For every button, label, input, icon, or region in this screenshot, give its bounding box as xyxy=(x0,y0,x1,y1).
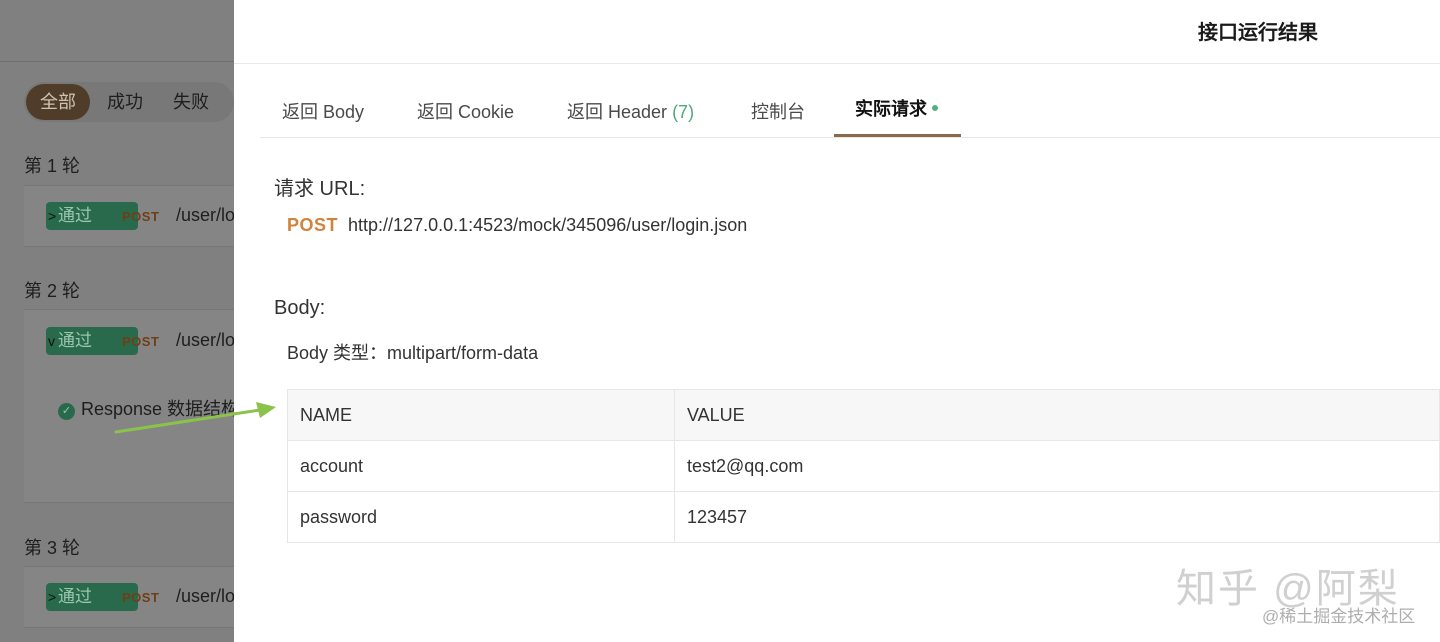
request-path: /user/login.json xyxy=(176,330,234,350)
body-type: Body 类型：multipart/form-data xyxy=(287,343,539,363)
drawer-title: 接口运行结果 xyxy=(1198,22,1318,44)
body-label: Body: xyxy=(274,297,326,319)
request-path: /user/login.json xyxy=(176,586,234,606)
request-path: /user/login.json xyxy=(176,205,234,225)
round-3-label: 第 3 轮 xyxy=(24,538,81,558)
round-1-card[interactable]: > 通过 POST /user/login.json xyxy=(24,185,234,247)
filter-all-button[interactable]: 全部 xyxy=(26,84,90,120)
table-header-row: NAME VALUE xyxy=(287,389,1440,441)
tab-actual-request[interactable]: 实际请求 xyxy=(855,95,938,121)
pass-badge-label: 通过 xyxy=(58,331,92,350)
filter-success-button[interactable]: 成功 xyxy=(107,82,143,122)
param-name: account xyxy=(287,440,675,492)
run-list-panel: 全部 成功 失败 第 1 轮 > 通过 POST /user/login.jso… xyxy=(0,0,234,642)
round-1-label: 第 1 轮 xyxy=(24,156,81,176)
annotation-arrow-icon xyxy=(114,402,276,434)
status-dot-icon xyxy=(932,105,938,111)
tab-console[interactable]: 控制台 xyxy=(751,98,805,124)
chevron-right-icon: > xyxy=(48,208,57,224)
tab-response-body[interactable]: 返回 Body xyxy=(282,98,364,124)
pass-badge-label: 通过 xyxy=(58,206,92,225)
column-header-name: NAME xyxy=(287,389,675,441)
request-url: http://127.0.0.1:4523/mock/345096/user/l… xyxy=(348,215,748,235)
left-topbar xyxy=(0,0,234,62)
chevron-down-icon: v xyxy=(48,333,55,349)
active-tab-indicator xyxy=(834,134,961,137)
column-header-value: VALUE xyxy=(674,389,1440,441)
drawer-header: 接口运行结果 xyxy=(234,0,1440,64)
result-drawer: 接口运行结果 返回 Body 返回 Cookie 返回 Header (7) 控… xyxy=(234,0,1440,642)
result-tabs: 返回 Body 返回 Cookie 返回 Header (7) 控制台 实际请求 xyxy=(260,64,1440,138)
chevron-right-icon: > xyxy=(48,589,57,605)
method-tag: POST xyxy=(122,590,160,605)
check-circle-icon: ✓ xyxy=(58,403,75,420)
table-row: account test2@qq.com xyxy=(287,440,1440,492)
pass-badge-label: 通过 xyxy=(58,587,92,606)
round-3-card[interactable]: > 通过 POST /user/login.json xyxy=(24,566,234,628)
filter-fail-button[interactable]: 失败 xyxy=(173,82,209,122)
tab-response-header-label: 返回 Header xyxy=(567,102,668,122)
tab-response-header[interactable]: 返回 Header (7) xyxy=(567,98,694,124)
method-tag: POST xyxy=(122,209,160,224)
tab-response-cookie[interactable]: 返回 Cookie xyxy=(417,98,514,124)
param-value: test2@qq.com xyxy=(674,440,1440,492)
table-row: password 123457 xyxy=(287,491,1440,543)
request-url-label: 请求 URL: xyxy=(274,178,366,200)
round-2-label: 第 2 轮 xyxy=(24,281,81,301)
form-data-table: NAME VALUE account test2@qq.com password… xyxy=(287,389,1440,543)
watermark-juejin: @稀土掘金技术社区 xyxy=(1262,607,1416,626)
result-filter: 全部 成功 失败 xyxy=(24,82,234,122)
param-name: password xyxy=(287,491,675,543)
request-method: POST xyxy=(287,215,339,235)
tab-actual-request-label: 实际请求 xyxy=(855,99,927,119)
method-tag: POST xyxy=(122,334,160,349)
header-count: (7) xyxy=(672,102,695,122)
request-url-row: POST http://127.0.0.1:4523/mock/345096/us… xyxy=(287,215,747,236)
param-value: 123457 xyxy=(674,491,1440,543)
